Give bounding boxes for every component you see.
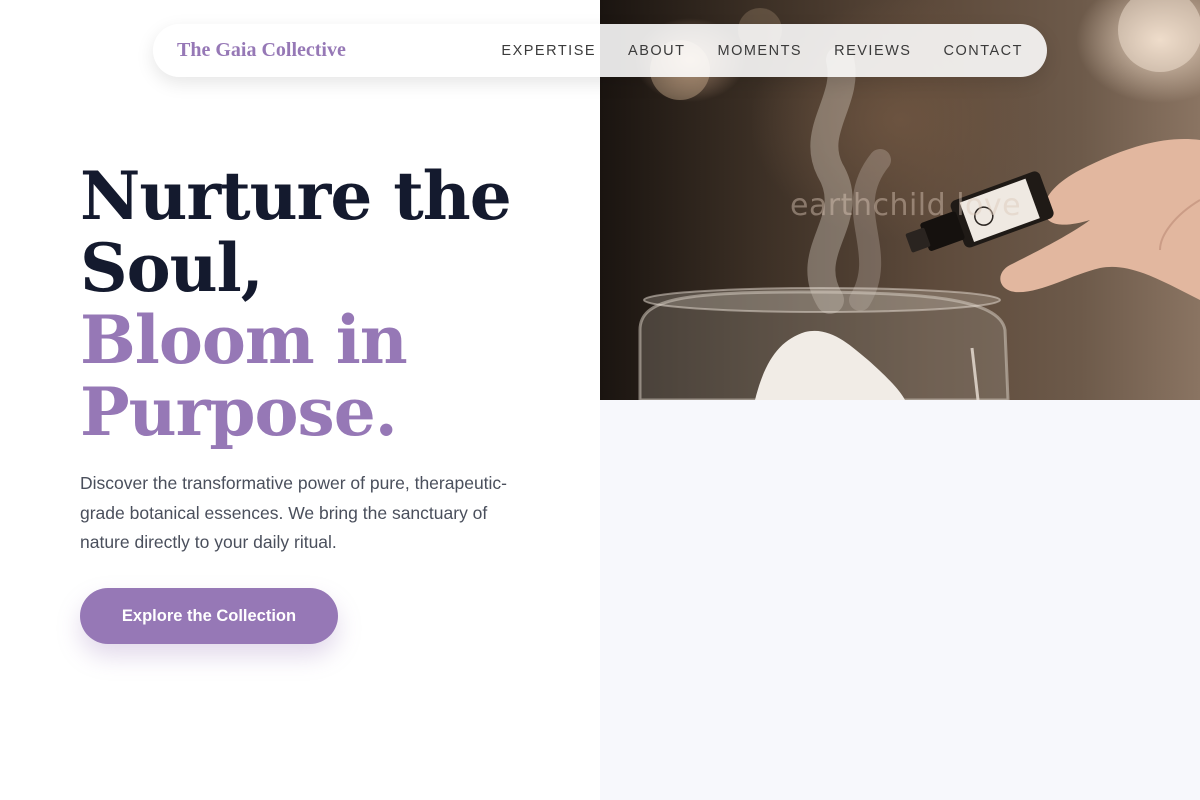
right-panel: earthchild love	[600, 0, 1200, 800]
nav-links: EXPERTISE ABOUT MOMENTS REVIEWS CONTACT	[501, 43, 1023, 59]
hero-description: Discover the transformative power of pur…	[80, 473, 507, 552]
brand-logo[interactable]: The Gaia Collective	[177, 39, 346, 62]
headline-line-1: Nurture the	[80, 157, 512, 235]
nav-link-expertise[interactable]: EXPERTISE	[501, 43, 596, 59]
nav-link-moments[interactable]: MOMENTS	[718, 43, 803, 59]
left-panel: Nurture the Soul, Bloom in Purpose. Disc…	[0, 0, 600, 800]
image-watermark: earthchild love	[790, 188, 1022, 223]
landing-page: Nurture the Soul, Bloom in Purpose. Disc…	[0, 0, 1200, 800]
headline-accent-line-2: Purpose.	[80, 373, 398, 451]
explore-collection-button[interactable]: Explore the Collection	[80, 588, 338, 644]
top-navbar: The Gaia Collective EXPERTISE ABOUT MOME…	[153, 24, 1047, 77]
nav-link-contact[interactable]: CONTACT	[943, 43, 1023, 59]
headline-accent-line-1: Bloom in	[80, 301, 408, 379]
headline-line-2: Soul,	[80, 229, 264, 307]
nav-link-about[interactable]: ABOUT	[628, 43, 685, 59]
nav-link-reviews[interactable]: REVIEWS	[834, 43, 911, 59]
hero-headline: Nurture the Soul, Bloom in Purpose.	[80, 157, 512, 451]
